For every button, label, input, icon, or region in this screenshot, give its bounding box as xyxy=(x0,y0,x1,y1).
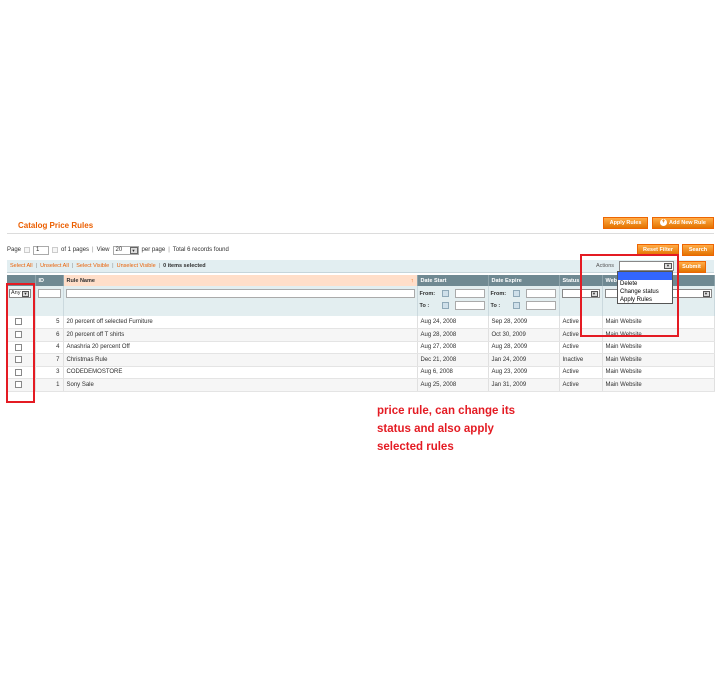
date-start-from-input[interactable] xyxy=(454,289,485,298)
cell-start: Aug 25, 2008 xyxy=(417,378,489,392)
cell-status: Active xyxy=(559,378,603,392)
pager: Page 1 of 1 pages | View 20 ▼ per page | … xyxy=(7,245,229,255)
cell-status: Active xyxy=(559,366,603,379)
add-new-rule-label: Add New Rule xyxy=(669,220,706,226)
filter-date-start-cell: From: To : xyxy=(417,286,489,316)
select-all-link[interactable]: Select All xyxy=(10,263,33,269)
column-header-rule-name[interactable]: Rule Name ↑ xyxy=(63,275,418,286)
cell-id: 4 xyxy=(35,341,64,354)
cell-id: 5 xyxy=(35,316,64,329)
date-expire-from-label: From: xyxy=(490,290,507,297)
select-visible-link[interactable]: Select Visible xyxy=(76,263,109,269)
calendar-icon[interactable] xyxy=(512,290,520,297)
cell-expire: Aug 28, 2009 xyxy=(488,341,560,354)
per-page-label: per page xyxy=(141,247,166,253)
table-row[interactable]: 4 Anashria 20 percent Off Aug 27, 2008 Aug … xyxy=(7,341,715,354)
cell-status: Inactive xyxy=(559,353,603,367)
filter-name-cell xyxy=(63,286,418,316)
cell-expire: Jan 31, 2009 xyxy=(488,378,560,392)
column-header-date-start[interactable]: Date Start xyxy=(417,275,489,286)
cell-website: Main Website xyxy=(602,366,715,379)
plus-icon: + xyxy=(660,219,667,227)
add-new-rule-button[interactable]: + Add New Rule xyxy=(652,217,714,229)
date-start-from-label: From: xyxy=(419,290,436,297)
sort-arrow-icon: ↑ xyxy=(410,277,414,284)
annotation-line: price rule, can change its xyxy=(377,405,516,417)
cell-expire: Jan 24, 2009 xyxy=(488,353,560,367)
rule-name-header-label: Rule Name xyxy=(66,277,95,284)
calendar-icon[interactable] xyxy=(441,290,449,297)
date-expire-to-label: To : xyxy=(490,302,501,309)
annotation-line: status and also apply xyxy=(377,423,494,435)
cell-website: Main Website xyxy=(602,341,715,354)
calendar-icon[interactable] xyxy=(441,302,449,309)
search-button[interactable]: Search xyxy=(682,244,714,256)
cell-id: 3 xyxy=(35,366,64,379)
date-expire-to-input[interactable] xyxy=(525,301,556,310)
total-records: Total 6 records found xyxy=(172,247,229,253)
cell-start: Aug 24, 2008 xyxy=(417,316,489,329)
pager-separator: | xyxy=(92,247,94,253)
annotation-text: price rule, can change its status and al… xyxy=(377,402,557,456)
rule-name-filter-input[interactable] xyxy=(65,289,415,298)
date-start-to-input[interactable] xyxy=(454,301,485,310)
annotation-line: selected rules xyxy=(377,441,454,453)
cell-start: Aug 28, 2008 xyxy=(417,328,489,342)
chevron-down-icon: ▼ xyxy=(702,291,710,297)
cell-name: Sony Sale xyxy=(63,378,418,392)
page-input[interactable]: 1 xyxy=(33,245,50,255)
cell-start: Dec 21, 2008 xyxy=(417,353,489,367)
cell-start: Aug 27, 2008 xyxy=(417,341,489,354)
cell-expire: Aug 23, 2009 xyxy=(488,366,560,379)
date-start-to-label: To : xyxy=(419,302,430,309)
cell-website: Main Website xyxy=(602,378,715,392)
of-pages-text: of 1 pages xyxy=(61,247,90,253)
filter-id-cell xyxy=(35,286,64,316)
table-row[interactable]: 3 CODEDEMOSTORE Aug 6, 2008 Aug 23, 2009 Act… xyxy=(7,366,715,379)
cell-id: 1 xyxy=(35,378,64,392)
cell-id: 7 xyxy=(35,353,64,367)
unselect-all-link[interactable]: Unselect All xyxy=(40,263,69,269)
title-divider xyxy=(7,233,714,234)
cell-name: Christmas Rule xyxy=(63,353,418,367)
actions-highlight xyxy=(580,254,679,337)
cell-name: 20 percent off selected Furniture xyxy=(63,316,418,329)
cell-website: Main Website xyxy=(602,353,715,367)
pager-separator: | xyxy=(168,247,170,253)
chevron-down-icon: ▼ xyxy=(129,246,138,254)
massaction-links: Select All | Unselect All | Select Visible | U… xyxy=(10,263,206,269)
cell-id: 6 xyxy=(35,328,64,342)
prev-page-icon[interactable] xyxy=(24,247,31,253)
cell-name: Anashria 20 percent Off xyxy=(63,341,418,354)
selected-count: 0 items selected xyxy=(163,263,206,269)
next-page-icon[interactable] xyxy=(52,247,59,253)
submit-button[interactable]: Submit xyxy=(677,261,706,273)
apply-rules-button[interactable]: Apply Rules xyxy=(603,217,648,229)
page-label: Page xyxy=(7,247,22,253)
cell-expire: Sep 28, 2009 xyxy=(488,316,560,329)
table-row[interactable]: 1 Sony Sale Aug 25, 2008 Jan 31, 2009 Active… xyxy=(7,378,715,392)
date-expire-from-input[interactable] xyxy=(525,289,556,298)
cell-name: CODEDEMOSTORE xyxy=(63,366,418,379)
checkbox-column-highlight xyxy=(6,283,35,403)
page-title: Catalog Price Rules xyxy=(18,221,94,230)
id-filter-input[interactable] xyxy=(37,289,61,298)
column-header-date-expire[interactable]: Date Expire xyxy=(488,275,560,286)
per-page-select[interactable]: 20 ▼ xyxy=(112,245,139,255)
calendar-icon[interactable] xyxy=(512,302,520,309)
filter-date-expire-cell: From: To : xyxy=(488,286,560,316)
cell-status: Active xyxy=(559,341,603,354)
column-header-id[interactable]: ID xyxy=(35,275,64,286)
cell-expire: Oct 30, 2009 xyxy=(488,328,560,342)
view-label: View xyxy=(96,247,110,253)
unselect-visible-link[interactable]: Unselect Visible xyxy=(117,263,156,269)
cell-start: Aug 6, 2008 xyxy=(417,366,489,379)
table-row[interactable]: 7 Christmas Rule Dec 21, 2008 Jan 24, 2009 I… xyxy=(7,353,715,367)
per-page-value: 20 xyxy=(115,247,123,253)
cell-name: 20 percent off T shirts xyxy=(63,328,418,342)
